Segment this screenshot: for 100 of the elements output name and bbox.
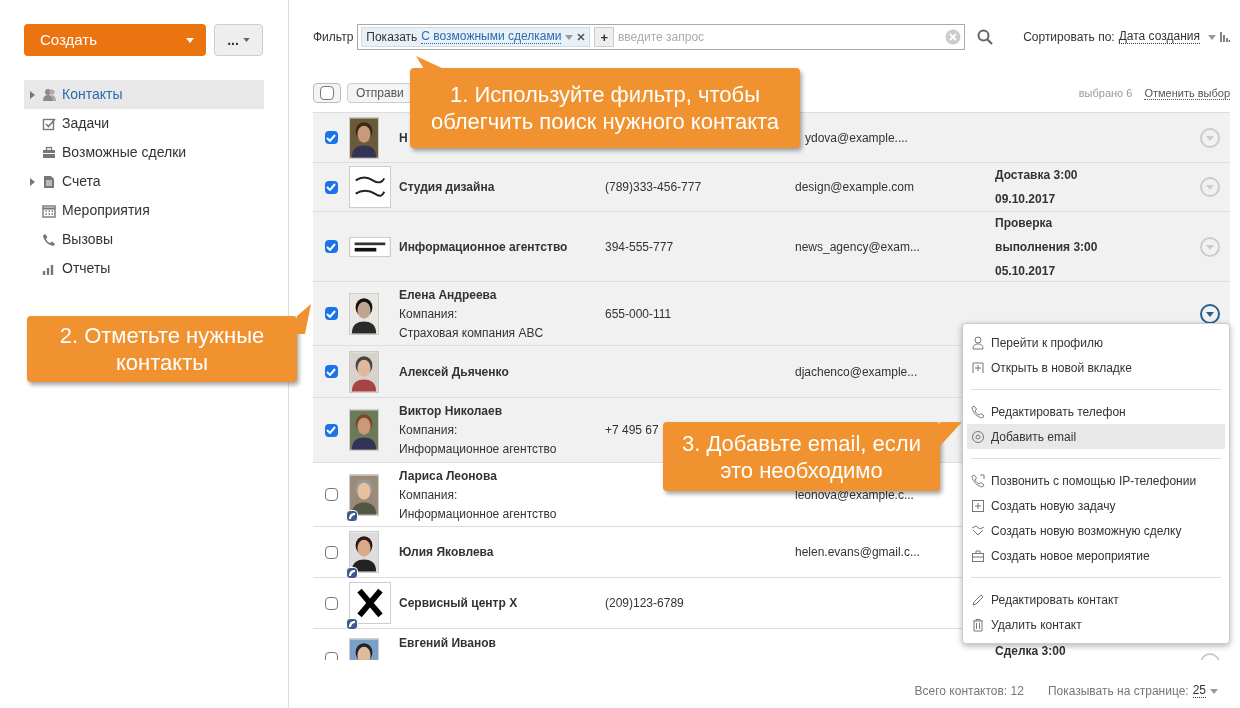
- phone-number: (789)333-456-777: [605, 180, 702, 194]
- row-checkbox[interactable]: [324, 488, 338, 501]
- caret-icon[interactable]: [1208, 34, 1216, 40]
- menu-item[interactable]: Создать новую возможную сделку: [967, 518, 1225, 543]
- phone-number: 394-555-777: [605, 239, 674, 254]
- caret-icon[interactable]: [1210, 688, 1218, 694]
- activity-text: 09.10.2017: [995, 191, 1057, 208]
- plus-square-icon: [971, 498, 985, 513]
- activity-text: Проверка: [995, 214, 1054, 232]
- row-menu-icon[interactable]: [1200, 303, 1220, 324]
- sidebar-item[interactable]: Отчеты: [24, 254, 264, 283]
- per-page-label: Показывать на странице:: [1047, 683, 1189, 700]
- email-address[interactable]: news_agency@exam...: [795, 239, 920, 254]
- row-checkbox[interactable]: [324, 131, 338, 144]
- contact-name[interactable]: Юлия Яковлева: [399, 544, 494, 560]
- phone-icon: [971, 404, 985, 419]
- callout-tooltip: 3. Добавьте email, если это необходимо: [663, 422, 940, 491]
- contact-name[interactable]: Студия дизайна: [399, 179, 495, 195]
- handshake-icon: [971, 523, 985, 538]
- email-address[interactable]: ydova@example....: [805, 130, 908, 145]
- phone-number: (209)123-6789: [605, 596, 684, 610]
- sort-field-link[interactable]: Дата создания: [1118, 30, 1200, 44]
- menu-item[interactable]: Открыть в новой вкладке: [967, 355, 1225, 380]
- document-icon: [42, 174, 56, 189]
- activity-text: 05.10.2017: [995, 262, 1057, 280]
- company-label: Компания:: [399, 486, 458, 503]
- contact-name[interactable]: Елена Андреева: [399, 286, 497, 303]
- menu-item[interactable]: Редактировать контакт: [967, 587, 1225, 612]
- sidebar-item[interactable]: Возможные сделки: [24, 138, 264, 167]
- menu-item[interactable]: Создать новое мероприятие: [967, 543, 1225, 568]
- sort-label: Сортировать по:: [1023, 29, 1115, 46]
- briefcase-icon: [971, 548, 985, 563]
- callout-pointer: [297, 304, 311, 334]
- menu-item[interactable]: Создать новую задачу: [967, 493, 1225, 518]
- filter-value-link[interactable]: С возможными сделками: [421, 30, 562, 44]
- menu-item[interactable]: Редактировать телефон: [967, 399, 1225, 424]
- row-checkbox[interactable]: [324, 180, 338, 194]
- menu-item[interactable]: Перейти к профилю: [967, 330, 1225, 355]
- contact-name[interactable]: Алексей Дьяченко: [399, 363, 509, 380]
- per-page-select[interactable]: 25: [1192, 684, 1206, 698]
- row-checkbox[interactable]: [324, 307, 338, 320]
- total-count: Всего контактов: 12: [914, 683, 1024, 700]
- menu-item[interactable]: Удалить контакт: [967, 612, 1225, 637]
- filter-field[interactable]: Показать С возможными сделками + введите запрос: [357, 24, 966, 50]
- select-all-checkbox[interactable]: [313, 83, 341, 103]
- contact-name[interactable]: Евгений Иванов: [399, 635, 496, 651]
- contact-name[interactable]: Сервисный центр X: [399, 595, 518, 611]
- company-label: Компания:: [399, 305, 458, 322]
- email-address[interactable]: design@example.com: [795, 180, 914, 194]
- row-checkbox[interactable]: [324, 365, 338, 378]
- filter-tag[interactable]: Показать С возможными сделками: [361, 27, 591, 47]
- activity-text: Сделка 3:00: [995, 643, 1067, 660]
- company-name: Информационное агентство: [399, 505, 557, 522]
- more-button[interactable]: ...: [214, 24, 263, 56]
- sidebar-item[interactable]: Счета: [24, 167, 264, 196]
- sidebar-item[interactable]: Контакты: [24, 80, 264, 109]
- new-tab-icon: [971, 360, 985, 375]
- sidebar-item[interactable]: Вызовы: [24, 225, 264, 254]
- send-button[interactable]: Отправи: [347, 83, 413, 103]
- callout-pointer: [940, 420, 962, 446]
- search-input[interactable]: введите запрос: [618, 28, 942, 46]
- checkbox-icon: [42, 116, 56, 131]
- sidebar-item[interactable]: Мероприятия: [24, 196, 264, 225]
- row-checkbox[interactable]: [324, 423, 338, 437]
- row-checkbox[interactable]: [324, 240, 338, 253]
- caret-icon: [242, 38, 250, 42]
- row-checkbox[interactable]: [324, 596, 338, 610]
- row-checkbox[interactable]: [324, 545, 338, 559]
- sidebar-item[interactable]: Задачи: [24, 109, 264, 138]
- briefcase-icon: [42, 145, 56, 160]
- clear-selection-link[interactable]: Отменить выбор: [1144, 86, 1230, 100]
- activity-text: выполнения 3:00: [995, 238, 1099, 256]
- activity-text: Доставка 3:00: [995, 167, 1079, 184]
- email-address[interactable]: djachenco@example...: [795, 364, 918, 379]
- close-icon[interactable]: [577, 33, 586, 41]
- contact-name[interactable]: Виктор Николаев: [399, 403, 503, 419]
- contact-name[interactable]: Лариса Леонова: [399, 467, 497, 484]
- expand-arrow-icon[interactable]: [30, 177, 35, 186]
- person-icon: [971, 335, 985, 350]
- contact-name[interactable]: Н: [399, 129, 408, 146]
- calendar-icon: [42, 203, 56, 218]
- caret-icon: [186, 37, 194, 43]
- company-name: Информационное агентство: [399, 441, 557, 457]
- email-address[interactable]: helen.evans@gmail.c...: [795, 545, 920, 559]
- add-filter-button[interactable]: +: [594, 27, 614, 47]
- filter-tag-label: Показать: [366, 29, 418, 46]
- search-icon[interactable]: [977, 29, 994, 45]
- trash-icon: [971, 617, 985, 632]
- pencil-icon: [971, 592, 985, 607]
- phone-icon: [42, 232, 56, 247]
- caret-icon[interactable]: [565, 34, 574, 40]
- menu-item[interactable]: Добавить email: [967, 424, 1225, 449]
- phone-icon: [971, 473, 985, 488]
- sort-order-icon[interactable]: [1220, 32, 1230, 42]
- at-icon: [971, 429, 985, 444]
- expand-arrow-icon[interactable]: [30, 90, 35, 99]
- contact-name[interactable]: Информационное агентство: [399, 238, 568, 255]
- phone-number: 655-000-111: [605, 306, 672, 321]
- callout-tooltip: 2. Отметьте нужные контакты: [27, 316, 297, 382]
- menu-item[interactable]: Позвонить с помощью IP-телефонии: [967, 468, 1225, 493]
